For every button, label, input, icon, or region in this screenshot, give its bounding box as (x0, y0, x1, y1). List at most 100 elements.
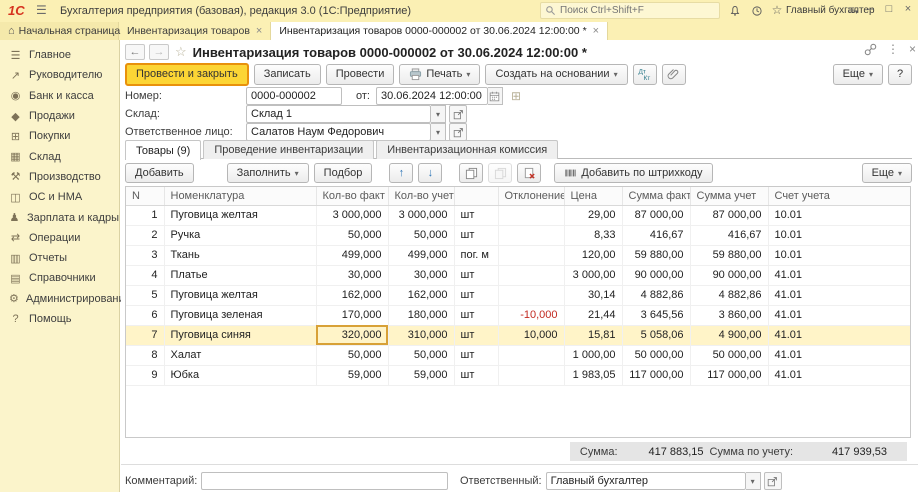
cell-qty_fact[interactable]: 50,000 (316, 345, 388, 365)
cell-deviation[interactable]: -10,000 (498, 305, 564, 325)
cell-account[interactable]: 10.01 (768, 245, 910, 265)
form-tab-inventory-execution[interactable]: Проведение инвентаризации (203, 140, 374, 159)
column-header-n[interactable]: N (126, 187, 164, 205)
sidebar-item-salary-hr[interactable]: ♟Зарплата и кадры (0, 207, 119, 227)
column-header-account[interactable]: Счет учета (768, 187, 910, 205)
cell-qty_fact[interactable]: 170,000 (316, 305, 388, 325)
notifications-bell-icon[interactable] (726, 3, 744, 17)
create-based-on-button[interactable]: Создать на основании▾ (485, 64, 627, 85)
cell-unit[interactable]: пог. м (454, 245, 498, 265)
number-input[interactable] (246, 87, 342, 105)
cell-sum_acc[interactable]: 4 882,86 (690, 285, 768, 305)
help-button[interactable]: ? (888, 64, 912, 85)
cell-sum_acc[interactable]: 4 900,00 (690, 325, 768, 345)
cell-deviation[interactable]: 10,000 (498, 325, 564, 345)
post-button[interactable]: Провести (326, 64, 395, 85)
cell-unit[interactable]: шт (454, 285, 498, 305)
maximize-icon[interactable]: □ (881, 3, 897, 15)
cell-price[interactable]: 3 000,00 (564, 265, 622, 285)
chevron-down-icon[interactable]: ▾ (431, 123, 446, 141)
cell-sum_fact[interactable]: 50 000,00 (622, 345, 690, 365)
cell-account[interactable]: 41.01 (768, 345, 910, 365)
paste-row-button[interactable] (488, 163, 512, 183)
cell-name[interactable]: Ткань (164, 245, 316, 265)
cell-sum_fact[interactable]: 5 058,06 (622, 325, 690, 345)
cell-price[interactable]: 30,14 (564, 285, 622, 305)
table-row[interactable]: 8Халат50,00050,000шт1 000,0050 000,0050 … (126, 345, 910, 365)
cell-unit[interactable]: шт (454, 325, 498, 345)
close-tab-icon[interactable]: × (593, 25, 599, 37)
cell-n[interactable]: 8 (126, 345, 164, 365)
cell-name[interactable]: Ручка (164, 225, 316, 245)
back-icon[interactable]: ← (125, 44, 145, 60)
cell-unit[interactable]: шт (454, 265, 498, 285)
form-tab-goods[interactable]: Товары (9) (125, 140, 201, 160)
column-header-unit[interactable] (454, 187, 498, 205)
cell-n[interactable]: 1 (126, 205, 164, 225)
cell-sum_acc[interactable]: 90 000,00 (690, 265, 768, 285)
responsible-person-input[interactable] (246, 123, 431, 141)
move-up-button[interactable]: ↑ (389, 163, 413, 183)
cell-deviation[interactable] (498, 265, 564, 285)
close-document-icon[interactable]: × (909, 42, 916, 56)
delete-row-button[interactable] (517, 163, 541, 183)
sidebar-item-production[interactable]: ⚒Производство (0, 167, 119, 187)
table-more-button[interactable]: Еще▾ (862, 163, 912, 183)
move-down-button[interactable]: ↓ (418, 163, 442, 183)
cell-price[interactable]: 1 983,05 (564, 365, 622, 385)
history-clock-icon[interactable] (748, 3, 766, 17)
chevron-down-icon[interactable]: ▾ (746, 472, 761, 490)
open-link-icon[interactable] (449, 105, 467, 123)
attachments-button[interactable] (662, 64, 686, 85)
cell-qty_acc[interactable]: 3 000,000 (388, 205, 454, 225)
pick-button[interactable]: Подбор (314, 163, 373, 183)
cell-name[interactable]: Пуговица синяя (164, 325, 316, 345)
cell-unit[interactable]: шт (454, 365, 498, 385)
copy-row-button[interactable] (459, 163, 483, 183)
fill-button[interactable]: Заполнить▾ (227, 163, 309, 183)
cell-sum_fact[interactable]: 90 000,00 (622, 265, 690, 285)
favorites-star-icon[interactable]: ☆ (768, 3, 786, 17)
cell-sum_fact[interactable]: 117 000,00 (622, 365, 690, 385)
chevron-down-icon[interactable]: ▾ (431, 105, 446, 123)
more-button[interactable]: Еще▾ (833, 64, 883, 85)
cell-n[interactable]: 5 (126, 285, 164, 305)
cell-sum_fact[interactable]: 87 000,00 (622, 205, 690, 225)
cell-qty_acc[interactable]: 50,000 (388, 345, 454, 365)
sidebar-item-fixed-assets[interactable]: ◫ОС и НМА (0, 187, 119, 207)
cell-qty_acc[interactable]: 180,000 (388, 305, 454, 325)
sidebar-item-manager[interactable]: ↗Руководителю (0, 65, 119, 85)
sidebar-item-warehouse[interactable]: ▦Склад (0, 146, 119, 166)
sidebar-item-help[interactable]: ?Помощь (0, 309, 119, 329)
cell-account[interactable]: 41.01 (768, 285, 910, 305)
cell-account[interactable]: 41.01 (768, 365, 910, 385)
cell-deviation[interactable] (498, 225, 564, 245)
cell-account[interactable]: 10.01 (768, 225, 910, 245)
cell-sum_acc[interactable]: 59 880,00 (690, 245, 768, 265)
cell-account[interactable]: 41.01 (768, 325, 910, 345)
cell-sum_acc[interactable]: 3 860,00 (690, 305, 768, 325)
hamburger-menu-icon[interactable]: ☰ (36, 3, 47, 17)
cell-name[interactable]: Юбка (164, 365, 316, 385)
table-row[interactable]: 3Ткань499,000499,000пог. м120,0059 880,0… (126, 245, 910, 265)
save-button[interactable]: Записать (254, 64, 321, 85)
table-row[interactable]: 1Пуговица желтая3 000,0003 000,000шт29,0… (126, 205, 910, 225)
table-row[interactable]: 6Пуговица зеленая170,000180,000шт-10,000… (126, 305, 910, 325)
service-menu-icon[interactable]: ≡▾ (844, 3, 862, 17)
cell-deviation[interactable] (498, 285, 564, 305)
cell-qty_acc[interactable]: 310,000 (388, 325, 454, 345)
close-tab-icon[interactable]: × (256, 25, 262, 37)
open-link-icon[interactable] (449, 123, 467, 141)
cell-deviation[interactable] (498, 345, 564, 365)
search-input[interactable] (560, 5, 710, 16)
cell-sum_acc[interactable]: 50 000,00 (690, 345, 768, 365)
cell-price[interactable]: 120,00 (564, 245, 622, 265)
table-row[interactable]: 9Юбка59,00059,000шт1 983,05117 000,00117… (126, 365, 910, 385)
more-dots-icon[interactable]: ⋮ (887, 42, 899, 56)
column-header-deviation[interactable]: Отклонение (498, 187, 564, 205)
cell-qty_acc[interactable]: 59,000 (388, 365, 454, 385)
cell-qty_fact[interactable]: 499,000 (316, 245, 388, 265)
show-postings-dtkt-button[interactable]: ДтКт (633, 64, 657, 85)
cell-sum_fact[interactable]: 59 880,00 (622, 245, 690, 265)
cell-price[interactable]: 21,44 (564, 305, 622, 325)
